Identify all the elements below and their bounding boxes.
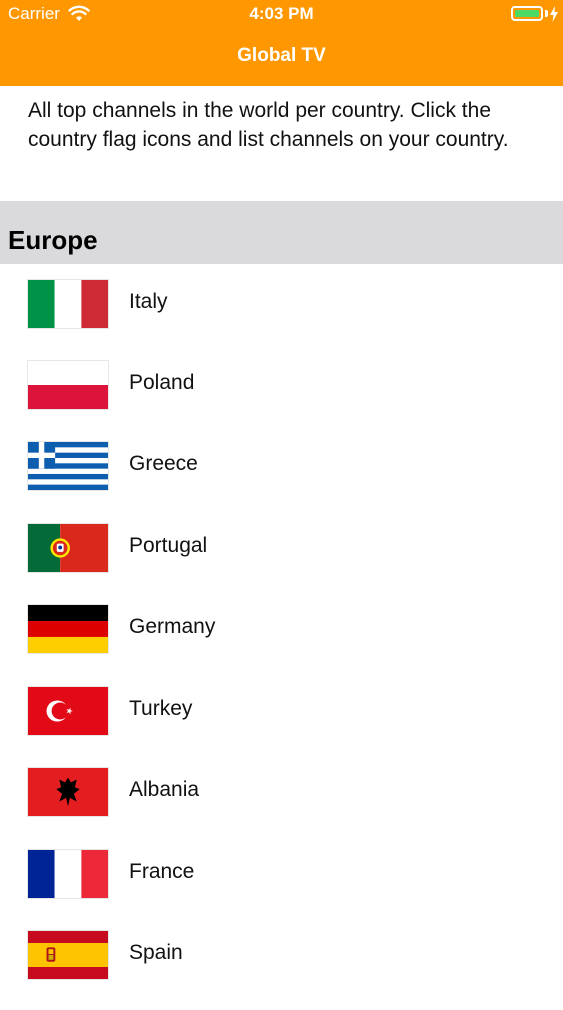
battery-tip: [545, 10, 548, 17]
country-row-albania[interactable]: Albania: [0, 767, 563, 847]
country-row-greece[interactable]: Greece: [0, 441, 563, 521]
clock: 4:03 PM: [249, 4, 314, 23]
country-name: Germany: [129, 615, 216, 638]
charging-bolt-icon: [550, 6, 558, 22]
country-name: Greece: [129, 452, 198, 475]
country-name: Portugal: [129, 534, 208, 557]
section-title: Europe: [8, 225, 98, 255]
country-row-germany[interactable]: Germany: [0, 604, 563, 684]
country-name: France: [129, 860, 195, 883]
country-name: Turkey: [129, 697, 193, 720]
country-row-france[interactable]: France: [0, 849, 563, 929]
intro-text: All top channels in the world per countr…: [28, 99, 509, 151]
country-name: Spain: [129, 941, 183, 964]
country-name: Poland: [129, 371, 195, 394]
italy-flag-icon: [27, 279, 109, 329]
turkey-flag-icon: [27, 686, 109, 736]
country-row-italy[interactable]: Italy: [0, 279, 563, 359]
status-bar: Carrier 4:03 PM: [0, 0, 563, 28]
navigation-bar: Global TV: [0, 28, 563, 86]
country-row-turkey[interactable]: Turkey: [0, 686, 563, 766]
country-name: Albania: [129, 778, 200, 801]
country-name: Italy: [129, 290, 168, 313]
france-flag-icon: [27, 849, 109, 899]
battery-icon: [511, 6, 543, 21]
nav-title: Global TV: [237, 45, 326, 66]
spain-flag-icon: [27, 930, 109, 980]
country-row-portugal[interactable]: Portugal: [0, 523, 563, 603]
portugal-flag-icon: [27, 523, 109, 573]
country-row-poland[interactable]: Poland: [0, 360, 563, 440]
greece-flag-icon: [27, 441, 109, 491]
poland-flag-icon: [27, 360, 109, 410]
country-row-spain[interactable]: Spain: [0, 930, 563, 1010]
germany-flag-icon: [27, 604, 109, 654]
albania-flag-icon: [27, 767, 109, 817]
